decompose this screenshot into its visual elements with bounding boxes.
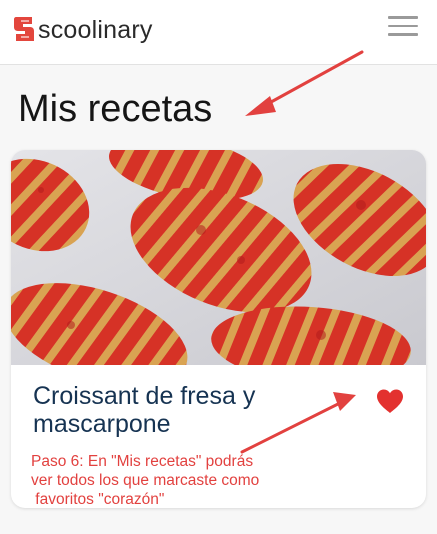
tutorial-annotation: Paso 6: En "Mis recetas" podrás ver todo… bbox=[31, 452, 331, 508]
heart-icon[interactable] bbox=[375, 388, 405, 414]
hamburger-menu-icon[interactable] bbox=[388, 16, 418, 38]
annotation-line: favoritos "corazón" bbox=[31, 491, 165, 508]
annotation-line: ver todos los que marcaste como bbox=[31, 472, 260, 489]
app-header: scoolinary bbox=[0, 0, 437, 65]
page-title: Mis recetas bbox=[18, 88, 213, 130]
brand-name[interactable]: scoolinary bbox=[38, 16, 153, 45]
recipe-title[interactable]: Croissant de fresa y mascarpone bbox=[33, 382, 363, 438]
recipe-card[interactable]: Croissant de fresa y mascarpone Paso 6: … bbox=[11, 150, 426, 508]
scoolinary-logo-icon[interactable] bbox=[12, 15, 36, 43]
recipe-photo[interactable] bbox=[11, 150, 426, 365]
annotation-line: Paso 6: En "Mis recetas" podrás bbox=[31, 453, 254, 470]
arrow-head-title bbox=[245, 96, 276, 116]
